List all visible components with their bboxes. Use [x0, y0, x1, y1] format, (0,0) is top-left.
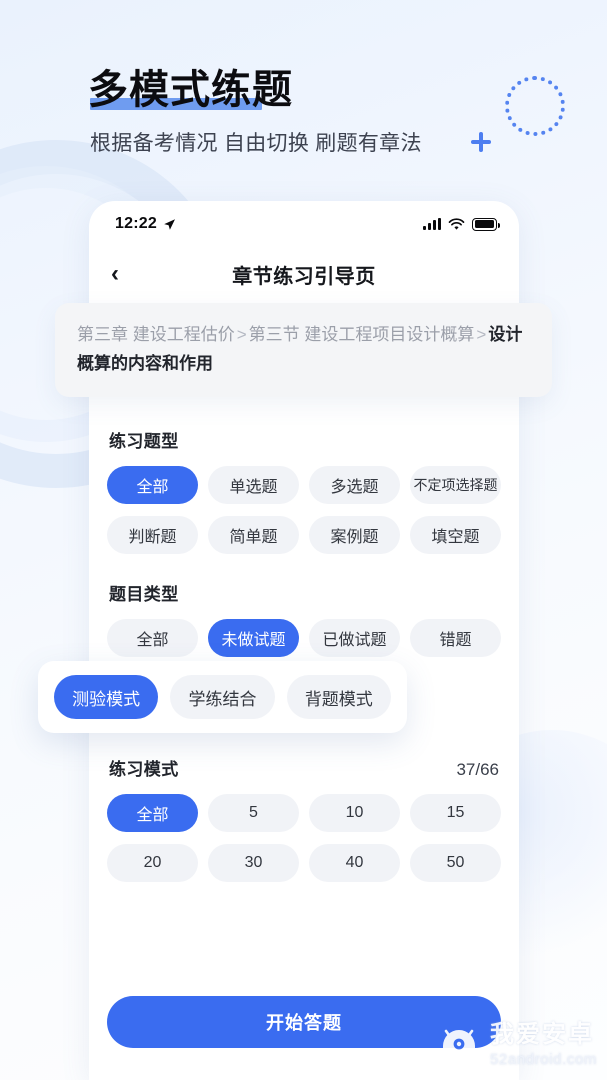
breadcrumb-section: 第三节 建设工程项目设计概算 — [248, 325, 475, 344]
status-bar-right — [423, 217, 500, 231]
hero-title-wrap: 多模式练题 — [88, 64, 293, 116]
pill-practice-mode-7[interactable]: 50 — [410, 844, 501, 882]
mode-pill-memorize[interactable]: 背题模式 — [286, 675, 391, 719]
pill-question-type-2[interactable]: 多选题 — [309, 466, 400, 504]
pill-item-category-0[interactable]: 全部 — [107, 619, 198, 657]
pill-practice-mode-6[interactable]: 40 — [309, 844, 400, 882]
pill-practice-mode-3[interactable]: 15 — [410, 794, 501, 832]
page-title: 多模式练题 — [88, 68, 293, 112]
section-title-item-category: 题目类型 — [109, 585, 179, 604]
question-type-options: 全部 单选题 多选题 不定项选择题 判断题 简单题 案例题 填空题 — [107, 466, 501, 554]
breadcrumb-separator-2: > — [476, 325, 487, 344]
pill-practice-mode-0[interactable]: 全部 — [107, 794, 198, 832]
breadcrumb-chapter: 第三章 建设工程估价 — [77, 325, 235, 344]
section-question-type: 练习题型 全部 单选题 多选题 不定项选择题 判断题 简单题 案例题 填空题 — [107, 427, 501, 554]
pill-question-type-4[interactable]: 判断题 — [107, 516, 198, 554]
location-arrow-icon — [164, 218, 175, 230]
pill-practice-mode-5[interactable]: 30 — [208, 844, 299, 882]
pill-item-category-3[interactable]: 错题 — [410, 619, 501, 657]
breadcrumb[interactable]: 第三章 建设工程估价 > 第三节 建设工程项目设计概算 > 设计概算的内容和作用 — [55, 303, 552, 397]
wifi-icon — [448, 217, 465, 230]
pill-question-type-7[interactable]: 填空题 — [410, 516, 501, 554]
item-category-options: 全部 未做试题 已做试题 错题 — [107, 619, 501, 657]
pill-practice-mode-4[interactable]: 20 — [107, 844, 198, 882]
watermark-title: 我爱安卓 — [489, 1021, 594, 1048]
practice-mode-card: 测验模式 学练结合 背题模式 — [38, 661, 407, 733]
section-practice-mode: 练习模式 37/66 全部 5 10 15 20 30 40 50 — [107, 755, 501, 882]
pill-practice-mode-2[interactable]: 10 — [309, 794, 400, 832]
watermark-url: 52android.com — [489, 1051, 597, 1068]
dotted-circle-icon — [505, 76, 565, 136]
section-title-question-type: 练习题型 — [109, 432, 179, 451]
watermark-text: 我爱安卓 52android.com — [489, 1021, 597, 1068]
watermark: 我爱安卓 52android.com — [437, 1022, 597, 1068]
mode-pill-quiz[interactable]: 测验模式 — [54, 675, 159, 719]
signal-bars-icon — [423, 218, 441, 230]
nav-title: 章节练习引导页 — [232, 265, 376, 288]
pill-practice-mode-1[interactable]: 5 — [208, 794, 299, 832]
breadcrumb-separator-1: > — [236, 325, 247, 344]
pill-question-type-0[interactable]: 全部 — [107, 466, 198, 504]
status-bar: 12:22 — [89, 201, 519, 247]
battery-full-icon — [472, 217, 500, 231]
pill-question-type-1[interactable]: 单选题 — [208, 466, 299, 504]
nav-bar: ‹ 章节练习引导页 — [89, 247, 519, 301]
android-robot-icon — [437, 1022, 481, 1068]
pill-question-type-6[interactable]: 案例题 — [309, 516, 400, 554]
status-bar-left: 12:22 — [115, 215, 176, 233]
pill-item-category-1[interactable]: 未做试题 — [208, 619, 299, 657]
section-header: 练习模式 37/66 — [107, 755, 501, 780]
pill-question-type-5[interactable]: 简单题 — [208, 516, 299, 554]
pill-question-type-3[interactable]: 不定项选择题 — [410, 466, 501, 504]
status-time: 12:22 — [115, 215, 157, 232]
section-header: 题目类型 — [107, 580, 501, 605]
page-root: 多模式练题 根据备考情况 自由切换 刷题有章法 12:22 ‹ 章节练习引导页 … — [0, 0, 607, 1080]
hero-section: 多模式练题 根据备考情况 自由切换 刷题有章法 — [88, 64, 508, 158]
mode-pill-study-practice[interactable]: 学练结合 — [170, 675, 275, 719]
section-header: 练习题型 — [107, 427, 501, 452]
pill-item-category-2[interactable]: 已做试题 — [309, 619, 400, 657]
section-title-practice-mode: 练习模式 — [109, 760, 179, 779]
section-item-category: 题目类型 全部 未做试题 已做试题 错题 — [107, 580, 501, 657]
page-subtitle: 根据备考情况 自由切换 刷题有章法 — [90, 132, 422, 155]
practice-mode-options: 全部 5 10 15 20 30 40 50 — [107, 794, 501, 882]
practice-mode-count: 37/66 — [456, 760, 499, 779]
